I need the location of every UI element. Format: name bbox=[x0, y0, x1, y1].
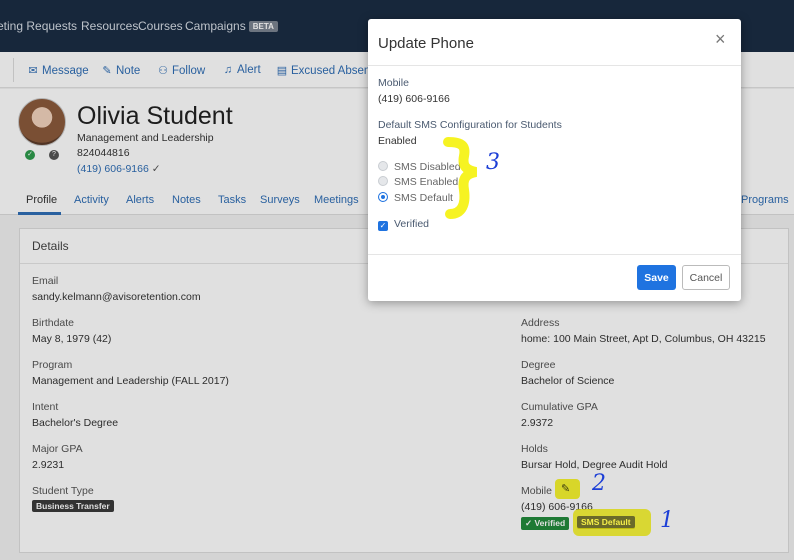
radio-sms-default[interactable]: SMS Default bbox=[378, 192, 453, 205]
save-button[interactable]: Save bbox=[637, 265, 676, 290]
radio-sms-disabled-label: SMS Disabled bbox=[394, 161, 461, 173]
close-icon[interactable]: × bbox=[715, 29, 726, 50]
sms-config-value: Enabled bbox=[378, 135, 417, 147]
sms-default-badge-overlay: SMS Default bbox=[577, 516, 635, 528]
modal-mobile-label: Mobile bbox=[378, 77, 409, 89]
modal-header-divider bbox=[368, 65, 741, 66]
sms-config-label: Default SMS Configuration for Students bbox=[378, 119, 562, 131]
annotation-number-3: 3 bbox=[486, 150, 500, 175]
annotation-number-2: 2 bbox=[592, 471, 606, 496]
cancel-button[interactable]: Cancel bbox=[682, 265, 730, 290]
checkbox-checked-icon: ✓ bbox=[378, 221, 388, 231]
radio-circle-icon bbox=[378, 161, 388, 171]
radio-circle-icon bbox=[378, 176, 388, 186]
update-phone-modal: Update Phone × Mobile (419) 606-9166 Def… bbox=[368, 19, 741, 301]
pencil-icon[interactable]: ✎ bbox=[561, 482, 570, 495]
verified-checkbox[interactable]: ✓ Verified bbox=[378, 218, 429, 231]
modal-title: Update Phone bbox=[378, 35, 474, 52]
radio-selected-icon bbox=[378, 192, 388, 202]
radio-sms-enabled-label: SMS Enabled bbox=[394, 176, 459, 188]
radio-sms-default-label: SMS Default bbox=[394, 192, 453, 204]
annotation-number-1: 1 bbox=[660, 508, 674, 533]
modal-footer-divider bbox=[368, 254, 741, 255]
radio-sms-disabled[interactable]: SMS Disabled bbox=[378, 161, 461, 174]
verified-checkbox-label: Verified bbox=[394, 218, 430, 230]
modal-mobile-value: (419) 606-9166 bbox=[378, 93, 450, 105]
radio-sms-enabled[interactable]: SMS Enabled bbox=[378, 176, 458, 189]
